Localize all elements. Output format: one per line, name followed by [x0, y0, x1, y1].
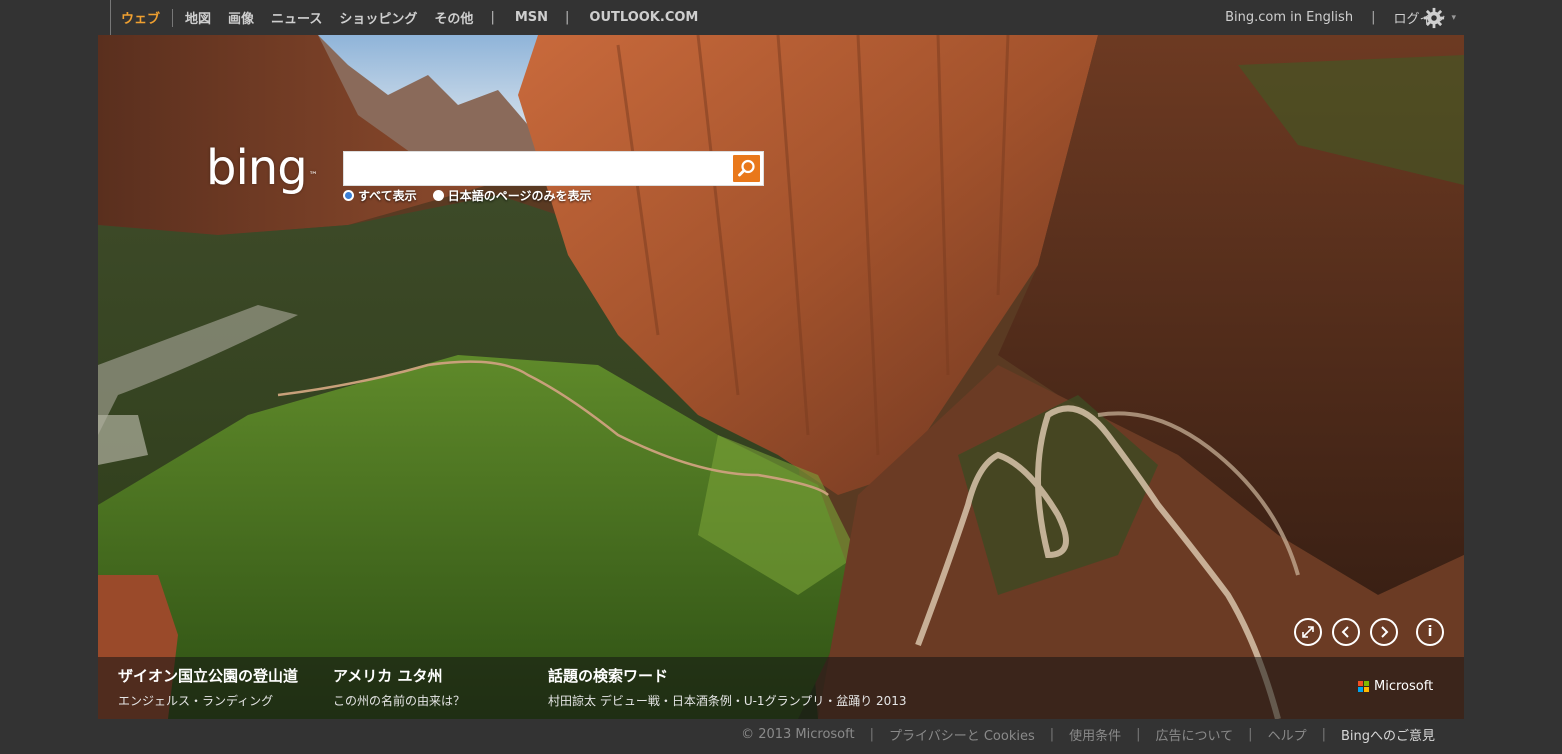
- nav-more[interactable]: その他: [434, 8, 473, 27]
- chevron-down-icon[interactable]: ▾: [1451, 13, 1456, 23]
- nav-shopping[interactable]: ショッピング: [339, 8, 417, 27]
- nav-separator: |: [565, 10, 570, 25]
- footer-separator: |: [869, 727, 874, 742]
- caption-subtitle: エンジェルス・ランディング: [118, 694, 274, 708]
- account-area: Bing.com in English | ログイン ▾: [1225, 0, 1456, 35]
- microsoft-squares-icon: [1358, 681, 1369, 692]
- privacy-link[interactable]: プライバシーと Cookies: [889, 725, 1035, 744]
- copyright: © 2013 Microsoft: [741, 727, 855, 742]
- footer-separator: |: [1049, 727, 1055, 742]
- footer-separator: |: [1248, 727, 1253, 742]
- ms-square: [1364, 681, 1369, 686]
- english-link[interactable]: Bing.com in English: [1225, 10, 1353, 25]
- caption-image-title[interactable]: ザイオン国立公園の登山道 エンジェルス・ランディング: [118, 665, 298, 709]
- background-image: [98, 35, 1464, 719]
- info-icon[interactable]: i: [1416, 618, 1444, 646]
- caption-title: ザイオン国立公園の登山道: [118, 667, 299, 685]
- expand-icon[interactable]: [1294, 618, 1322, 646]
- search-button[interactable]: [733, 155, 760, 182]
- help-link[interactable]: ヘルプ: [1268, 725, 1307, 744]
- nav-news[interactable]: ニュース: [271, 8, 322, 27]
- info-glyph: i: [1427, 624, 1433, 640]
- microsoft-logo[interactable]: Microsoft: [1358, 679, 1433, 694]
- scope-all-label: すべて表示: [358, 189, 417, 203]
- chevron-left-icon: [1341, 626, 1349, 638]
- microsoft-label: Microsoft: [1374, 679, 1434, 694]
- caption-title: 話題の検索ワード: [548, 667, 669, 685]
- caption-subtitle: この州の名前の由来は？: [333, 694, 466, 708]
- logo-text: bing: [206, 140, 308, 196]
- main-nav: ウェブ 地図 画像 ニュース ショッピング その他 | MSN | OUTLOO…: [110, 0, 715, 35]
- expand-arrows-icon: [1302, 626, 1314, 638]
- chevron-right-icon: [1381, 626, 1389, 638]
- canyon-photo: [98, 35, 1464, 719]
- scope-japanese-label: 日本語のページのみを表示: [447, 189, 592, 203]
- previous-image-button[interactable]: [1332, 618, 1360, 646]
- top-navigation-bar: ウェブ 地図 画像 ニュース ショッピング その他 | MSN | OUTLOO…: [0, 0, 1562, 35]
- footer: © 2013 Microsoft | プライバシーと Cookies | 使用条…: [741, 725, 1435, 744]
- ms-square: [1364, 687, 1369, 692]
- footer-separator: |: [1136, 727, 1141, 742]
- topright-separator: |: [1371, 10, 1376, 25]
- scope-all-option[interactable]: すべて表示: [343, 187, 417, 204]
- feedback-link[interactable]: Bingへのご意見: [1341, 725, 1435, 744]
- caption-subtitle: 村田諒太 デビュー戦・日本酒条例・U-1グランプリ・盆踊り 2013: [548, 694, 907, 708]
- nav-images[interactable]: 画像: [228, 8, 254, 27]
- search-icon: [738, 159, 755, 177]
- bing-logo[interactable]: bing ™: [206, 144, 318, 192]
- next-image-button[interactable]: [1370, 618, 1398, 646]
- search-box: [343, 151, 764, 186]
- nav-maps[interactable]: 地図: [185, 8, 211, 27]
- gear-icon[interactable]: [1423, 7, 1445, 29]
- trademark: ™: [308, 171, 318, 181]
- ads-link[interactable]: 広告について: [1156, 725, 1234, 744]
- nav-web[interactable]: ウェブ: [121, 8, 160, 27]
- ms-square: [1358, 681, 1363, 686]
- nav-outlook[interactable]: OUTLOOK.COM: [589, 10, 698, 25]
- caption-location[interactable]: アメリカ ユタ州 この州の名前の由来は？: [333, 665, 465, 709]
- nav-divider: [172, 8, 174, 27]
- terms-link[interactable]: 使用条件: [1069, 725, 1121, 744]
- search-input[interactable]: [348, 155, 728, 182]
- scope-japanese-option[interactable]: 日本語のページのみを表示: [432, 187, 592, 204]
- footer-separator: |: [1321, 727, 1326, 742]
- nav-msn[interactable]: MSN: [515, 10, 548, 25]
- search-scope: すべて表示 日本語のページのみを表示: [343, 187, 607, 204]
- ms-square: [1358, 687, 1363, 692]
- nav-separator: |: [490, 10, 495, 25]
- scope-japanese-radio[interactable]: [432, 190, 444, 201]
- caption-title: アメリカ ユタ州: [333, 667, 443, 685]
- scope-all-radio[interactable]: [343, 190, 354, 201]
- caption-trending[interactable]: 話題の検索ワード 村田諒太 デビュー戦・日本酒条例・U-1グランプリ・盆踊り 2…: [548, 665, 907, 709]
